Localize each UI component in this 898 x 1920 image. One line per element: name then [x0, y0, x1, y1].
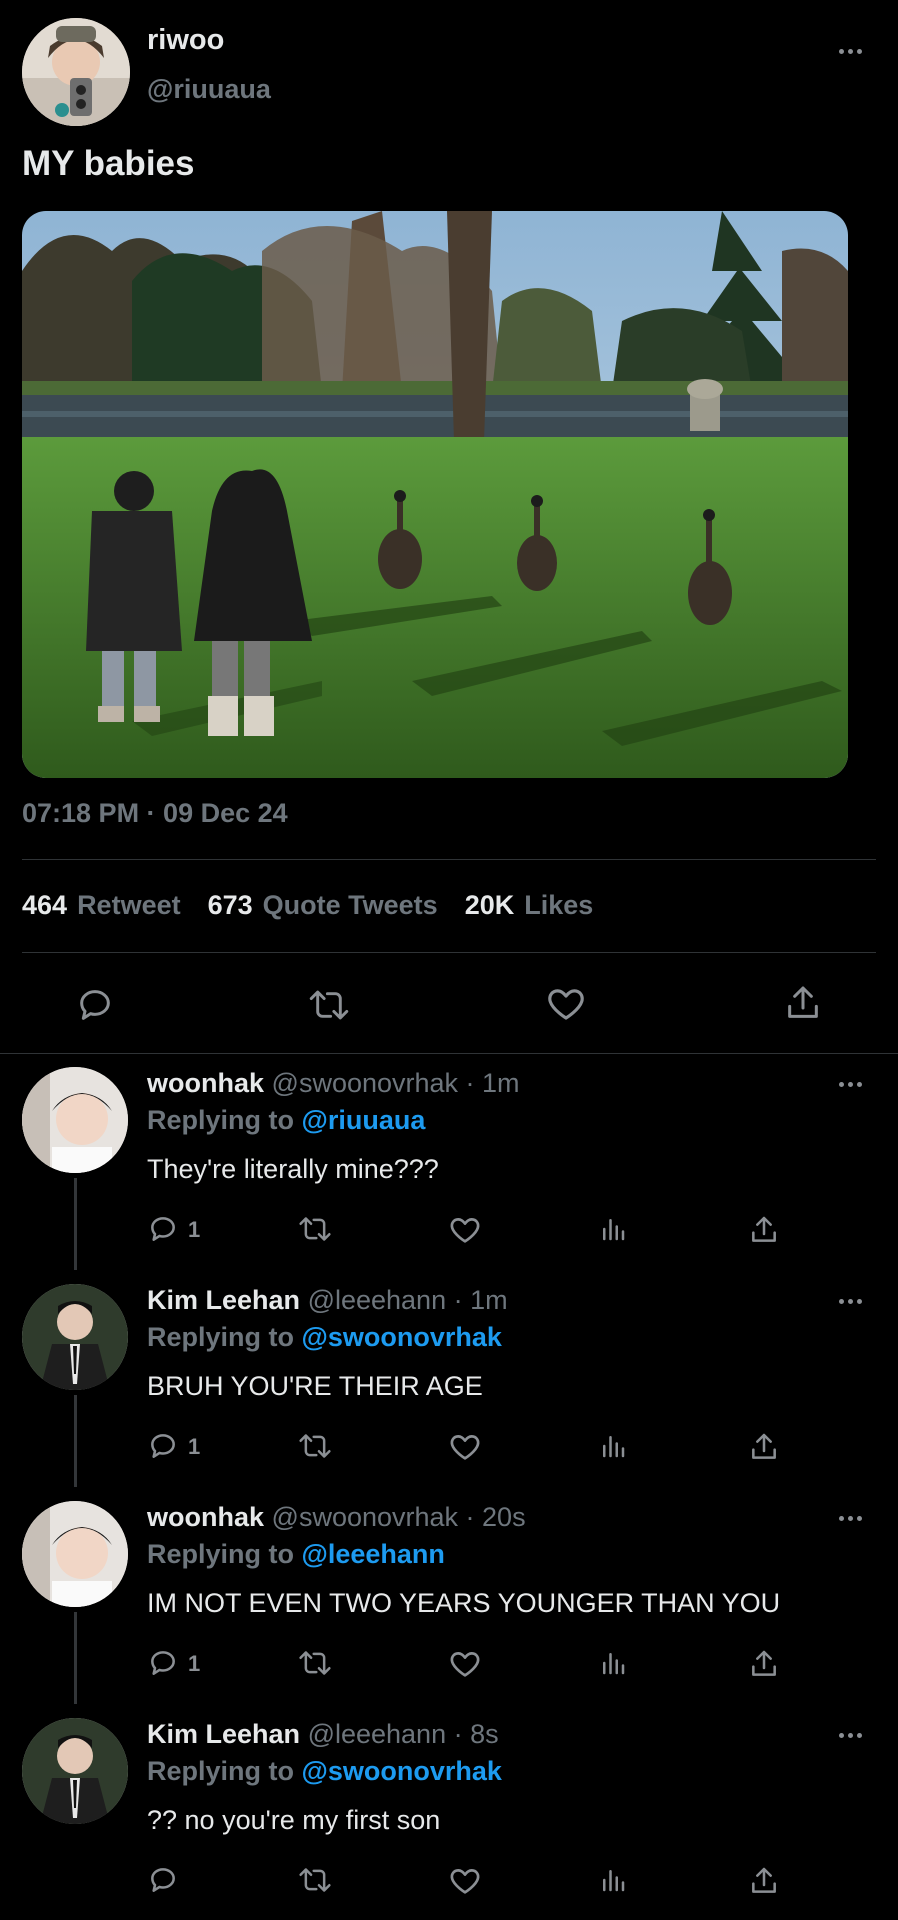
thread-line	[74, 1178, 77, 1270]
like-icon[interactable]	[448, 1213, 482, 1247]
author-avatar[interactable]	[22, 18, 130, 126]
replying-to-handle[interactable]: @leeehann	[302, 1539, 445, 1569]
replying-to-line: Replying to @swoonovrhak	[147, 1322, 502, 1353]
more-options-icon[interactable]	[839, 1516, 862, 1521]
tweet-timestamp[interactable]: 07:18 PM · 09 Dec 24	[22, 798, 288, 829]
reply-count: 1	[188, 1651, 201, 1676]
thread-line	[74, 1395, 77, 1487]
views-icon[interactable]	[598, 1430, 628, 1462]
reply-count: 1	[188, 1434, 201, 1459]
reply-time[interactable]: · 8s	[454, 1719, 499, 1749]
replying-to-label: Replying to	[147, 1105, 294, 1135]
reply-handle[interactable]: @swoonovrhak	[272, 1502, 459, 1532]
reply-handle[interactable]: @swoonovrhak	[272, 1068, 459, 1098]
reply-time[interactable]: · 1m	[454, 1285, 508, 1315]
retweet-icon[interactable]	[298, 1647, 332, 1679]
more-options-icon[interactable]	[839, 1299, 862, 1304]
more-options-icon[interactable]	[839, 1082, 862, 1087]
views-icon[interactable]	[598, 1213, 628, 1245]
reply-text: ?? no you're my first son	[147, 1805, 441, 1835]
share-icon[interactable]	[783, 982, 823, 1024]
replying-to-handle[interactable]: @swoonovrhak	[302, 1322, 502, 1352]
quote-label[interactable]: Quote Tweets	[263, 890, 438, 921]
reply-header: woonhak @swoonovrhak · 20s	[147, 1502, 526, 1533]
like-icon[interactable]	[448, 1647, 482, 1681]
share-icon[interactable]	[748, 1864, 780, 1898]
tweet-text: MY babies	[22, 144, 195, 183]
author-handle[interactable]: @riuuaua	[147, 74, 271, 105]
reply-avatar[interactable]	[22, 1067, 128, 1173]
reply-header: Kim Leehan @leeehann · 1m	[147, 1285, 508, 1316]
likes-label[interactable]: Likes	[524, 890, 593, 921]
replying-to-line: Replying to @leeehann	[147, 1539, 445, 1570]
reply-display-name[interactable]: woonhak	[147, 1068, 264, 1098]
reply-time[interactable]: · 1m	[466, 1068, 520, 1098]
like-icon[interactable]	[448, 1864, 482, 1898]
replying-to-handle[interactable]: @swoonovrhak	[302, 1756, 502, 1786]
tweet-photo[interactable]	[22, 211, 848, 778]
more-options-icon[interactable]	[839, 1733, 862, 1738]
reply-avatar[interactable]	[22, 1718, 128, 1824]
retweet-icon[interactable]	[308, 985, 350, 1025]
reply-count: 1	[188, 1217, 201, 1242]
like-icon[interactable]	[448, 1430, 482, 1464]
replying-to-label: Replying to	[147, 1539, 294, 1569]
retweet-icon[interactable]	[298, 1213, 332, 1245]
reply-avatar[interactable]	[22, 1284, 128, 1390]
reply-icon[interactable]	[147, 1647, 179, 1679]
divider	[22, 859, 876, 860]
tweet-stats: 464 Retweet 673 Quote Tweets 20K Likes	[22, 890, 620, 921]
like-icon[interactable]	[545, 983, 587, 1025]
retweet-icon[interactable]	[298, 1864, 332, 1896]
reply-display-name[interactable]: Kim Leehan	[147, 1719, 300, 1749]
reply-text: They're literally mine???	[147, 1154, 439, 1184]
reply-display-name[interactable]: Kim Leehan	[147, 1285, 300, 1315]
share-icon[interactable]	[748, 1430, 780, 1464]
reply-handle[interactable]: @leeehann	[308, 1285, 447, 1315]
replying-to-line: Replying to @swoonovrhak	[147, 1756, 502, 1787]
retweet-label[interactable]: Retweet	[77, 890, 181, 921]
reply-avatar[interactable]	[22, 1501, 128, 1607]
quote-count[interactable]: 673	[208, 890, 253, 921]
replying-to-label: Replying to	[147, 1322, 294, 1352]
reply-icon[interactable]	[75, 985, 115, 1025]
share-icon[interactable]	[748, 1647, 780, 1681]
views-icon[interactable]	[598, 1647, 628, 1679]
reply-header: woonhak @swoonovrhak · 1m	[147, 1068, 520, 1099]
thread-line	[74, 1612, 77, 1704]
replying-to-label: Replying to	[147, 1756, 294, 1786]
divider	[22, 952, 876, 953]
more-options-icon[interactable]	[839, 49, 862, 54]
reply-icon[interactable]	[147, 1213, 179, 1245]
divider	[0, 1053, 898, 1054]
reply-header: Kim Leehan @leeehann · 8s	[147, 1719, 499, 1750]
reply-icon[interactable]	[147, 1430, 179, 1462]
retweet-icon[interactable]	[298, 1430, 332, 1462]
reply-display-name[interactable]: woonhak	[147, 1502, 264, 1532]
replying-to-handle[interactable]: @riuuaua	[302, 1105, 426, 1135]
author-display-name[interactable]: riwoo	[147, 24, 224, 57]
reply-text: BRUH YOU'RE THEIR AGE	[147, 1371, 483, 1401]
reply-text: IM NOT EVEN TWO YEARS YOUNGER THAN YOU	[147, 1588, 781, 1618]
share-icon[interactable]	[748, 1213, 780, 1247]
reply-handle[interactable]: @leeehann	[308, 1719, 447, 1749]
retweet-count[interactable]: 464	[22, 890, 67, 921]
reply-time[interactable]: · 20s	[466, 1502, 526, 1532]
views-icon[interactable]	[598, 1864, 628, 1896]
reply-icon[interactable]	[147, 1864, 179, 1896]
replying-to-line: Replying to @riuuaua	[147, 1105, 425, 1136]
likes-count[interactable]: 20K	[465, 890, 515, 921]
